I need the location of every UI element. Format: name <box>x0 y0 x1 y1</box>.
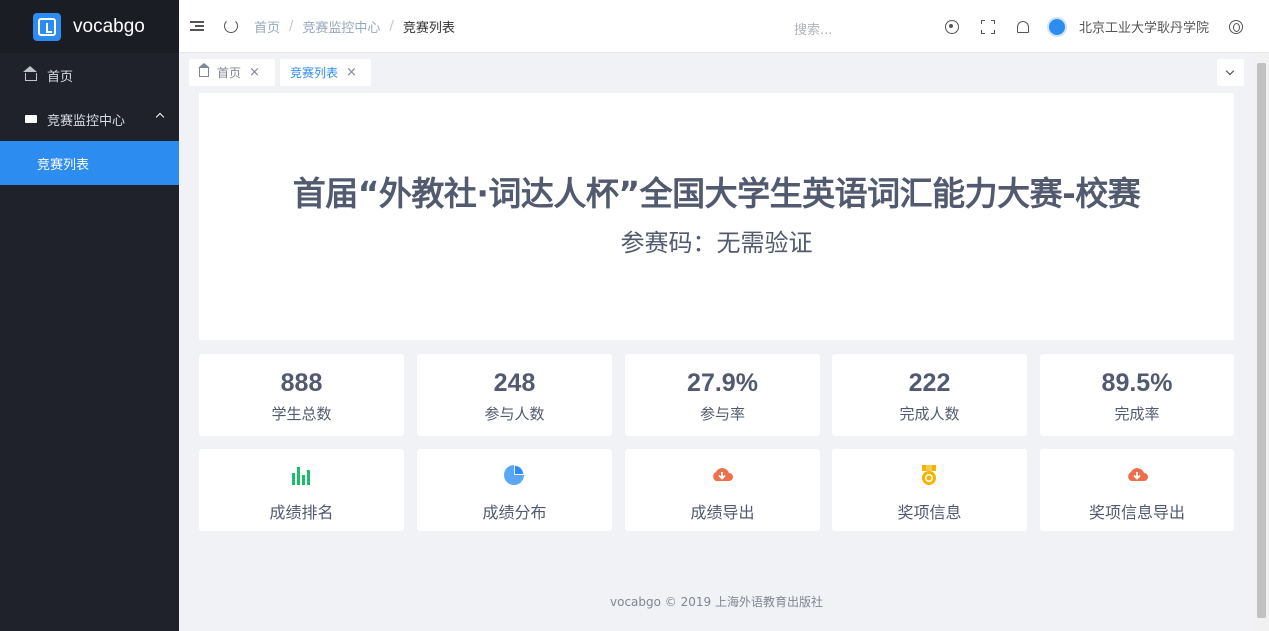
globe-icon[interactable] <box>1229 19 1243 34</box>
medal-icon <box>922 465 936 485</box>
collapse-menu-icon[interactable] <box>190 19 204 33</box>
sidebar-item-monitor-center[interactable]: 竞赛监控中心 <box>0 97 179 141</box>
bell-icon[interactable] <box>1016 20 1029 33</box>
home-icon <box>23 66 37 81</box>
cloud-download-icon <box>713 468 733 481</box>
header-right-tools: 北京工业大学耿丹学院 <box>944 0 1269 53</box>
bar-chart-icon <box>292 467 310 485</box>
vertical-scrollbar[interactable] <box>1254 53 1269 631</box>
sidebar-item-label: 竞赛列表 <box>37 157 90 173</box>
tab-label: 竞赛列表 <box>290 66 339 80</box>
breadcrumb: 首页 / 竞赛监控中心 / 竞赛列表 <box>254 17 455 36</box>
pie-chart-icon <box>504 465 524 485</box>
action-label: 成绩导出 <box>690 503 755 522</box>
tabs-dropdown-chevron-down-icon[interactable] <box>1217 59 1244 86</box>
vocabgo-logo-icon <box>33 12 61 41</box>
action-card-award-info[interactable]: 奖项信息 <box>832 449 1027 531</box>
cloud-download-icon <box>1128 468 1148 481</box>
action-card-score-distribution[interactable]: 成绩分布 <box>417 449 612 531</box>
action-label: 奖项信息导出 <box>1088 503 1185 522</box>
stat-label: 完成人数 <box>899 405 960 423</box>
tab-contest-list[interactable]: 竞赛列表 × <box>280 59 371 86</box>
stat-label: 学生总数 <box>271 405 332 423</box>
stat-label: 参与率 <box>699 405 745 423</box>
refresh-icon[interactable] <box>224 19 238 33</box>
stat-value: 89.5% <box>1101 369 1173 397</box>
contest-title: 首届“外教社·词达人杯”全国大学生英语词汇能力大赛-校赛 <box>292 174 1141 213</box>
footer-copyright: vocabgo © 2019 上海外语教育出版社 <box>610 595 823 609</box>
action-card-score-export[interactable]: 成绩导出 <box>625 449 820 531</box>
sidebar-item-contest-list[interactable]: 竞赛列表 <box>0 141 179 185</box>
stat-value: 248 <box>493 369 536 397</box>
search-input[interactable]: 搜索... <box>794 19 832 38</box>
sidebar-item-label: 竞赛监控中心 <box>47 113 126 129</box>
stat-card-completed: 222 完成人数 <box>832 354 1027 436</box>
close-icon[interactable]: × <box>346 65 357 80</box>
home-icon <box>198 63 210 77</box>
tab-home[interactable]: 首页 × <box>189 59 275 86</box>
sidebar-item-home[interactable]: 首页 <box>0 53 179 97</box>
logo-text: vocabgo <box>73 15 145 37</box>
action-label: 成绩排名 <box>269 503 334 522</box>
stat-card-total-students: 888 学生总数 <box>199 354 404 436</box>
top-header: 首页 / 竞赛监控中心 / 竞赛列表 搜索... 北京工业大学耿丹学院 <box>179 0 1269 53</box>
contest-banner: 首届“外教社·词达人杯”全国大学生英语词汇能力大赛-校赛 参赛码：无需验证 <box>199 93 1234 340</box>
stat-label: 参与人数 <box>484 405 545 423</box>
sidebar-item-label: 首页 <box>47 69 74 85</box>
user-name[interactable]: 北京工业大学耿丹学院 <box>1079 17 1209 36</box>
stat-card-completion-rate: 89.5% 完成率 <box>1040 354 1234 436</box>
close-icon[interactable]: × <box>249 65 260 80</box>
stat-card-participation-rate: 27.9% 参与率 <box>625 354 820 436</box>
breadcrumb-home[interactable]: 首页 <box>254 17 280 36</box>
stat-card-participants: 248 参与人数 <box>417 354 612 436</box>
breadcrumb-monitor-center[interactable]: 竞赛监控中心 <box>302 17 380 36</box>
tab-label: 首页 <box>217 66 242 80</box>
target-icon[interactable] <box>944 19 959 34</box>
action-card-award-export[interactable]: 奖项信息导出 <box>1040 449 1234 531</box>
action-label: 成绩分布 <box>482 503 547 522</box>
stat-value: 222 <box>908 369 951 397</box>
monitor-icon <box>25 115 37 123</box>
stat-value: 27.9% <box>687 369 758 397</box>
chevron-up-icon <box>155 112 165 122</box>
action-card-score-ranking[interactable]: 成绩排名 <box>199 449 404 531</box>
breadcrumb-current: 竞赛列表 <box>402 20 455 36</box>
breadcrumb-separator: / <box>389 18 394 34</box>
action-label: 奖项信息 <box>897 503 962 522</box>
sidebar: vocabgo 首页 竞赛监控中心 竞赛列表 <box>0 0 179 631</box>
stat-label: 完成率 <box>1114 405 1160 423</box>
tabs-bar: 首页 × 竞赛列表 × <box>179 53 1254 91</box>
avatar[interactable] <box>1046 16 1067 37</box>
fullscreen-icon[interactable] <box>980 19 995 34</box>
logo[interactable]: vocabgo <box>0 0 179 53</box>
contest-code: 参赛码：无需验证 <box>620 229 813 257</box>
scrollbar-thumb[interactable] <box>1257 63 1266 618</box>
stat-value: 888 <box>280 369 323 397</box>
breadcrumb-separator: / <box>289 18 294 34</box>
